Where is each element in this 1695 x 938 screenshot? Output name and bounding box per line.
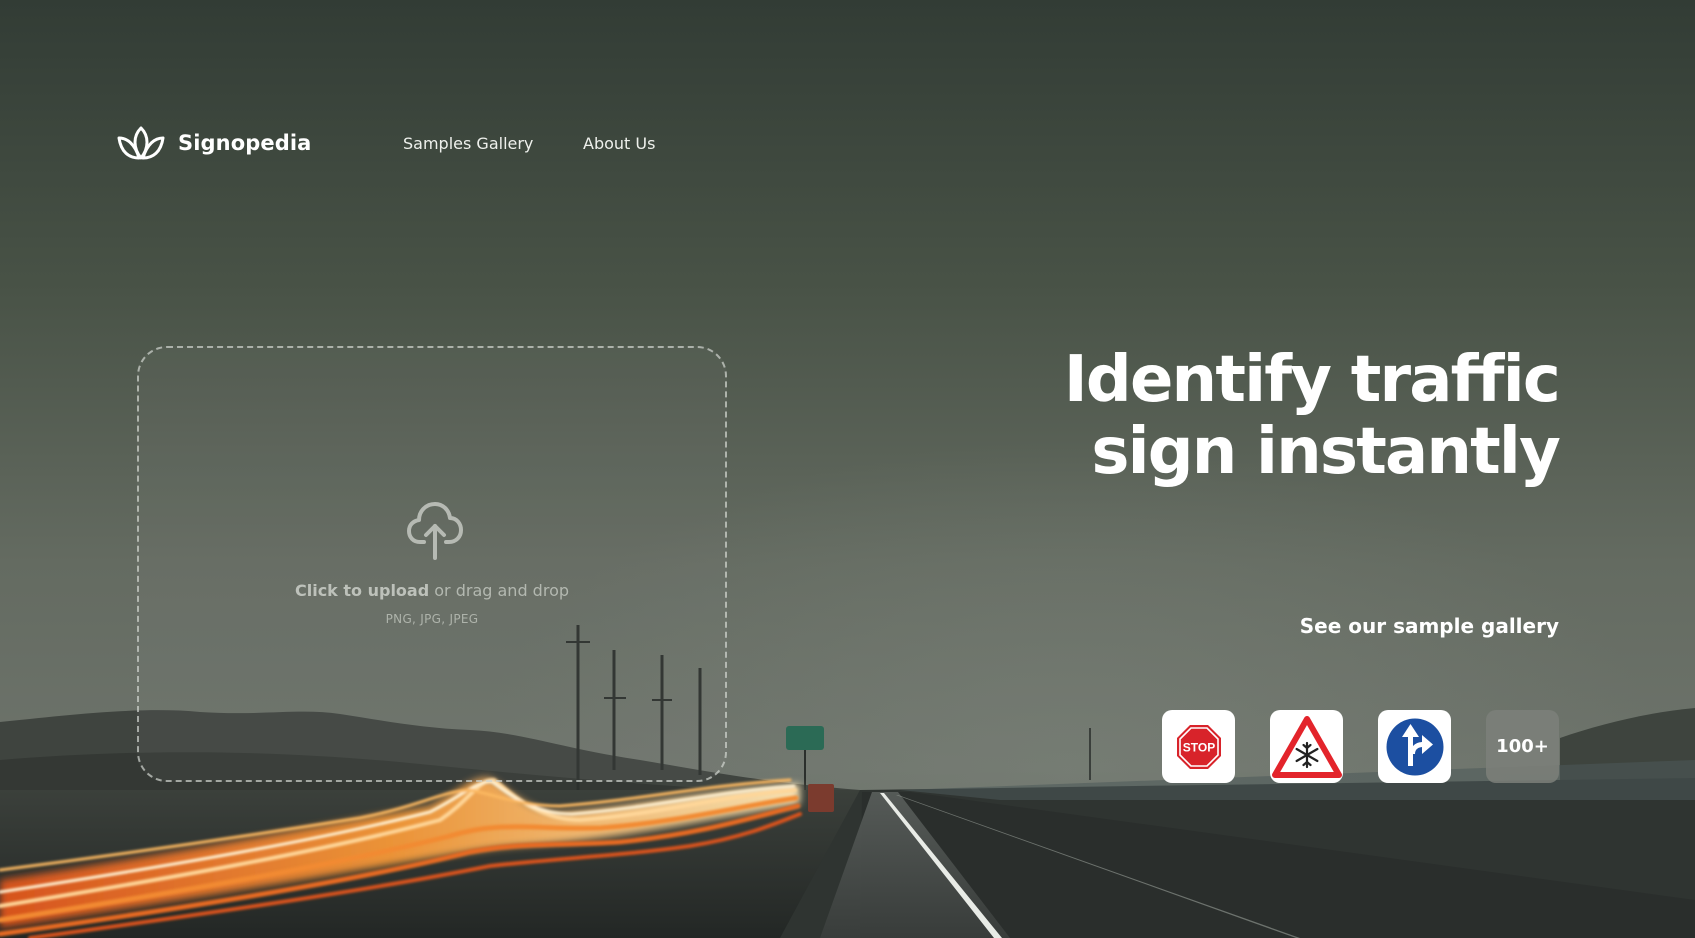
hero-headline-line2: sign instantly — [1091, 415, 1560, 489]
cloud-upload-icon — [407, 502, 463, 560]
sample-tile-straight-or-right[interactable] — [1378, 710, 1451, 783]
hero-headline: Identify traffic sign instantly — [939, 343, 1561, 489]
upload-cta-strong[interactable]: Click to upload — [295, 581, 429, 600]
snow-warning-sign-icon — [1271, 715, 1342, 778]
stop-sign-icon: STOP — [1176, 724, 1221, 769]
brand-name: Signopedia — [178, 131, 312, 155]
brand-home-link[interactable]: Signopedia — [117, 124, 311, 162]
hero-headline-line1: Identify traffic — [1063, 343, 1561, 417]
sample-tile-stop[interactable]: STOP — [1162, 710, 1235, 783]
navbar: Signopedia Samples Gallery About Us — [0, 0, 1695, 290]
upload-prompt: Click to upload or drag and drop — [139, 581, 725, 600]
straight-or-right-sign-icon — [1383, 715, 1446, 778]
lotus-leaves-icon — [117, 126, 165, 160]
upload-dropzone[interactable]: Click to upload or drag and drop PNG, JP… — [137, 346, 727, 782]
upload-formats: PNG, JPG, JPEG — [385, 612, 479, 626]
see-sample-gallery-link[interactable]: See our sample gallery — [1300, 614, 1559, 638]
sample-tile-snow-warning[interactable] — [1270, 710, 1343, 783]
sample-tiles: STOP 100+ — [1162, 710, 1559, 783]
nav-about-us[interactable]: About Us — [583, 134, 655, 153]
nav-samples-gallery[interactable]: Samples Gallery — [403, 134, 533, 153]
stop-sign-text: STOP — [1182, 740, 1214, 754]
upload-cta-rest: or drag and drop — [429, 581, 570, 600]
sample-tile-more[interactable]: 100+ — [1486, 710, 1559, 783]
